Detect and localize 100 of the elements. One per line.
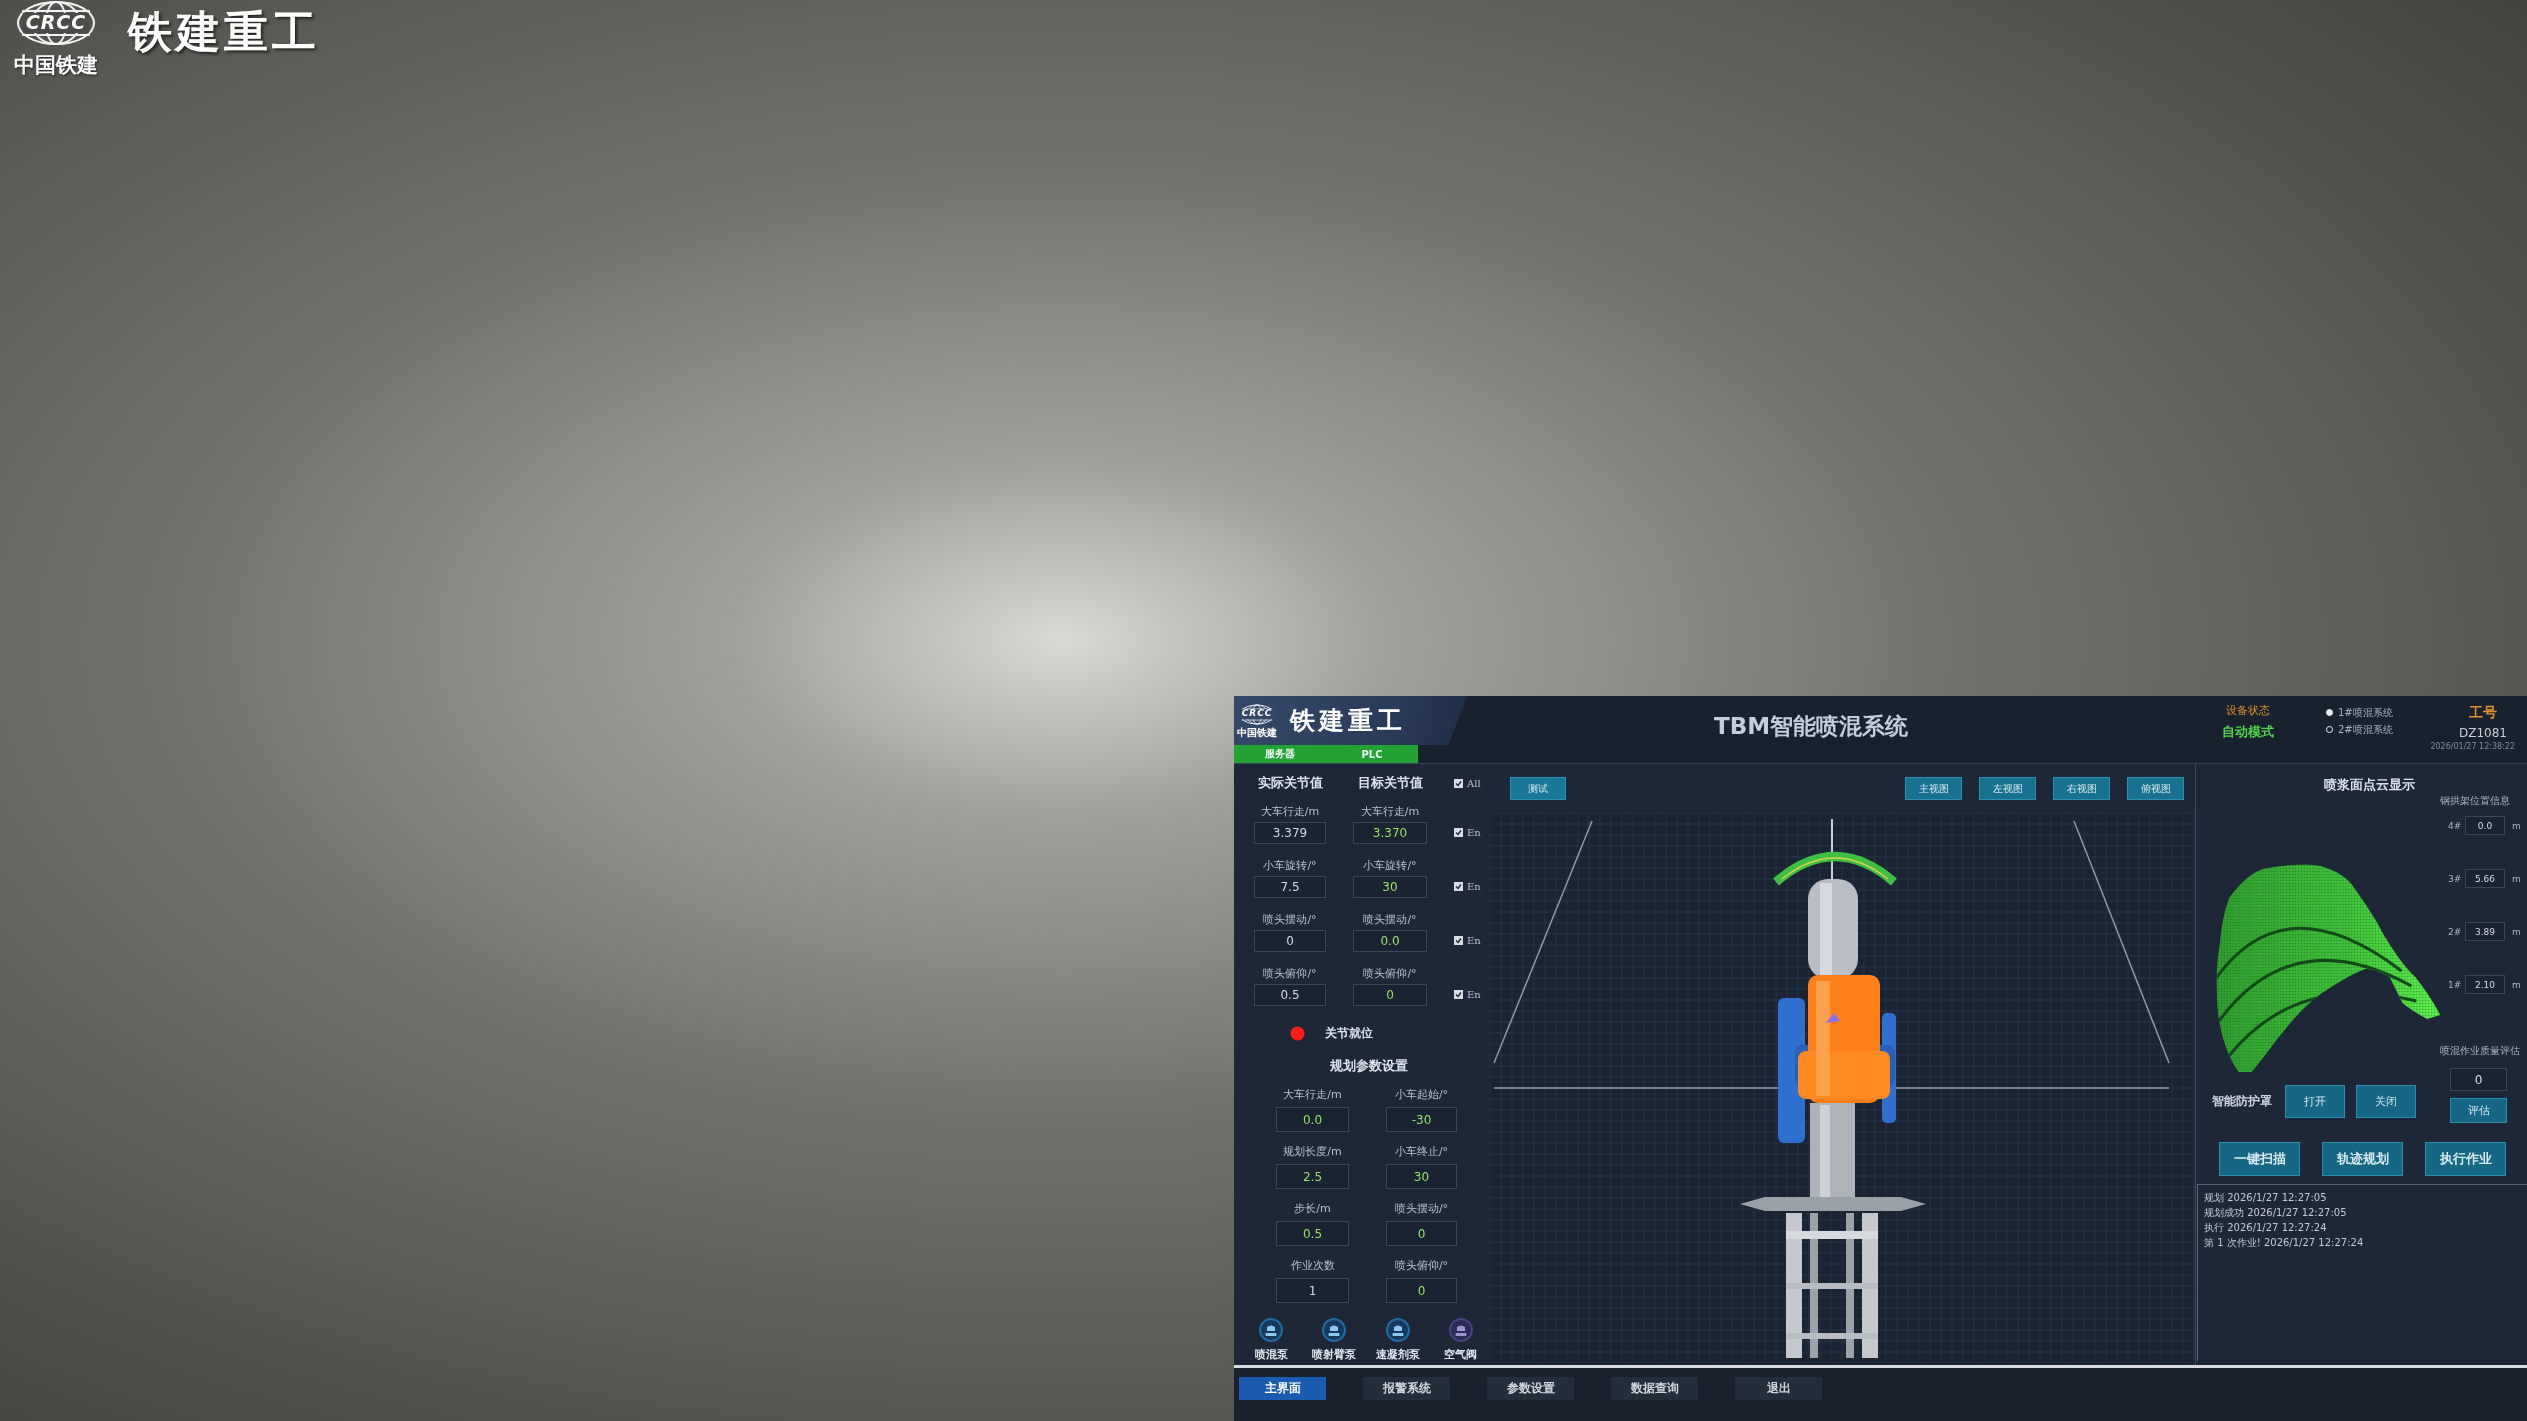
column-heading: 目标关节值: [1356, 776, 1424, 790]
nav-tab[interactable]: 退出: [1735, 1377, 1822, 1400]
field-label: 小车起始/°: [1393, 1088, 1450, 1102]
log-entry: 第 1 次作业! 2026/1/27 12:27:24: [2204, 1236, 2365, 1250]
arch-title: 钢拱架位置信息: [2440, 795, 2510, 807]
connection-status: 服务器: [1234, 745, 1326, 763]
unit-label: m: [2512, 979, 2521, 990]
field-label: 规划长度/m: [1282, 1145, 1343, 1159]
input-field[interactable]: 0: [1386, 1221, 1457, 1246]
radio-icon[interactable]: [2326, 726, 2333, 733]
checkbox-icon[interactable]: [1454, 882, 1463, 891]
checkbox-icon[interactable]: [1454, 990, 1463, 999]
company-name: 中国铁建: [1237, 726, 1277, 738]
unit-label: m: [2512, 873, 2521, 884]
pump-label: 喷射臂泵: [1312, 1348, 1357, 1362]
nav-tab[interactable]: 报警系统: [1363, 1377, 1450, 1400]
field-label: 喷头摆动/°: [1393, 1202, 1450, 1216]
input-field[interactable]: 0: [1353, 984, 1427, 1006]
arch-label: 1#: [2448, 979, 2462, 990]
input-field[interactable]: 1: [1276, 1278, 1349, 1303]
field-label: 小车旋转/°: [1262, 859, 1318, 873]
column-heading: 实际关节值: [1256, 776, 1324, 790]
shield-label: 智能防护罩: [2212, 1093, 2272, 1110]
value-field: 3.379: [1254, 822, 1326, 844]
input-field[interactable]: 3.370: [1353, 822, 1427, 844]
input-field[interactable]: 0.0: [1276, 1107, 1349, 1132]
field-label: 大车行走/m: [1359, 805, 1421, 819]
status-label: 关节就位: [1325, 1025, 1373, 1042]
pump-label: 喷混泵: [1254, 1348, 1288, 1362]
value-field: 5.66: [2465, 869, 2505, 888]
action-button[interactable]: 执行作业: [2425, 1142, 2506, 1176]
field-label: 喷头摆动/°: [1262, 913, 1318, 927]
field-label: 作业次数: [1289, 1259, 1336, 1273]
nav-tab[interactable]: 数据查询: [1611, 1377, 1698, 1400]
status-value: 自动模式: [2222, 723, 2274, 742]
job-label: 工号: [2469, 704, 2497, 722]
arch-label: 3#: [2448, 873, 2462, 884]
checkbox-icon[interactable]: [1454, 779, 1463, 788]
arch-label: 4#: [2448, 820, 2462, 831]
enable-checkbox[interactable]: En: [1454, 881, 1490, 892]
status-label: 设备状态: [2226, 704, 2270, 719]
shield-button[interactable]: 关闭: [2356, 1085, 2416, 1118]
field-label: 大车行走/m: [1259, 805, 1321, 819]
brand-name: 铁建重工: [128, 8, 320, 57]
value-field: 7.5: [1254, 876, 1326, 898]
emblem-text: CRCC: [1238, 709, 1276, 719]
test-button[interactable]: 测试: [1510, 777, 1566, 800]
brand-name: 铁建重工: [1290, 706, 1406, 735]
pump-label: 速凝剂泵: [1375, 1348, 1420, 1362]
section-title: 规划参数设置: [1330, 1057, 1408, 1075]
input-field[interactable]: 0.0: [1353, 930, 1427, 952]
quality-label: 喷混作业质量评估: [2440, 1045, 2520, 1057]
company-name: 中国铁建: [14, 54, 98, 78]
globe-icon: [16, 0, 96, 46]
field-label: 喷头俯仰/°: [1262, 967, 1318, 981]
checkbox-icon[interactable]: [1454, 936, 1463, 945]
value-field: 0.5: [1254, 984, 1326, 1006]
enable-checkbox[interactable]: En: [1454, 989, 1490, 1000]
system-option[interactable]: 1#喷混系统: [2326, 706, 2393, 719]
action-button[interactable]: 一键扫描: [2219, 1142, 2300, 1176]
system-title: TBM智能喷混系统: [1712, 712, 1910, 741]
log-entry: 规划成功 2026/1/27 12:27:05: [2204, 1206, 2348, 1220]
field-label: 喷头俯仰/°: [1393, 1259, 1450, 1273]
input-field[interactable]: -30: [1386, 1107, 1457, 1132]
system-option[interactable]: 2#喷混系统: [2326, 723, 2393, 736]
input-field[interactable]: 30: [1386, 1164, 1457, 1189]
enable-checkbox[interactable]: En: [1454, 935, 1490, 946]
input-field[interactable]: 2.5: [1276, 1164, 1349, 1189]
action-button[interactable]: 轨迹规划: [2322, 1142, 2403, 1176]
view-button[interactable]: 主视图: [1905, 777, 1962, 800]
all-checkbox[interactable]: All: [1454, 778, 1490, 789]
view-button[interactable]: 右视图: [2053, 777, 2110, 800]
unit-label: m: [2512, 820, 2521, 831]
input-field[interactable]: 0: [1386, 1278, 1457, 1303]
connection-status: PLC: [1326, 745, 1418, 763]
job-number: DZ1081: [2459, 726, 2507, 740]
field-label: 喷头摆动/°: [1362, 913, 1418, 927]
timestamp: 2026/01/27 12:38:22: [2430, 742, 2515, 752]
pump-label: 空气阀: [1444, 1348, 1478, 1362]
shield-button[interactable]: 打开: [2285, 1085, 2345, 1118]
nav-tab[interactable]: 参数设置: [1487, 1377, 1574, 1400]
view-button[interactable]: 左视图: [1979, 777, 2036, 800]
input-field[interactable]: 0.5: [1276, 1221, 1349, 1246]
emblem-text: CRCC: [22, 13, 90, 33]
nav-tab[interactable]: 主界面: [1239, 1377, 1326, 1400]
radio-icon[interactable]: [2326, 709, 2333, 716]
value-field: 0.0: [2465, 816, 2505, 835]
unit-label: m: [2512, 926, 2521, 937]
input-field[interactable]: 30: [1353, 876, 1427, 898]
log-entry: 规划 2026/1/27 12:27:05: [2204, 1191, 2328, 1205]
field-label: 步长/m: [1293, 1202, 1332, 1216]
value-field: 0: [1254, 930, 1326, 952]
enable-checkbox[interactable]: En: [1454, 827, 1490, 838]
checkbox-icon[interactable]: [1454, 828, 1463, 837]
value-field: 3.89: [2465, 922, 2505, 941]
log-entry: 执行 2026/1/27 12:27:24: [2204, 1221, 2328, 1235]
evaluate-button[interactable]: 评估: [2450, 1098, 2507, 1123]
value-field: 0: [2450, 1068, 2507, 1091]
view-button[interactable]: 俯视图: [2127, 777, 2184, 800]
panel-title: 喷浆面点云显示: [2323, 776, 2415, 793]
